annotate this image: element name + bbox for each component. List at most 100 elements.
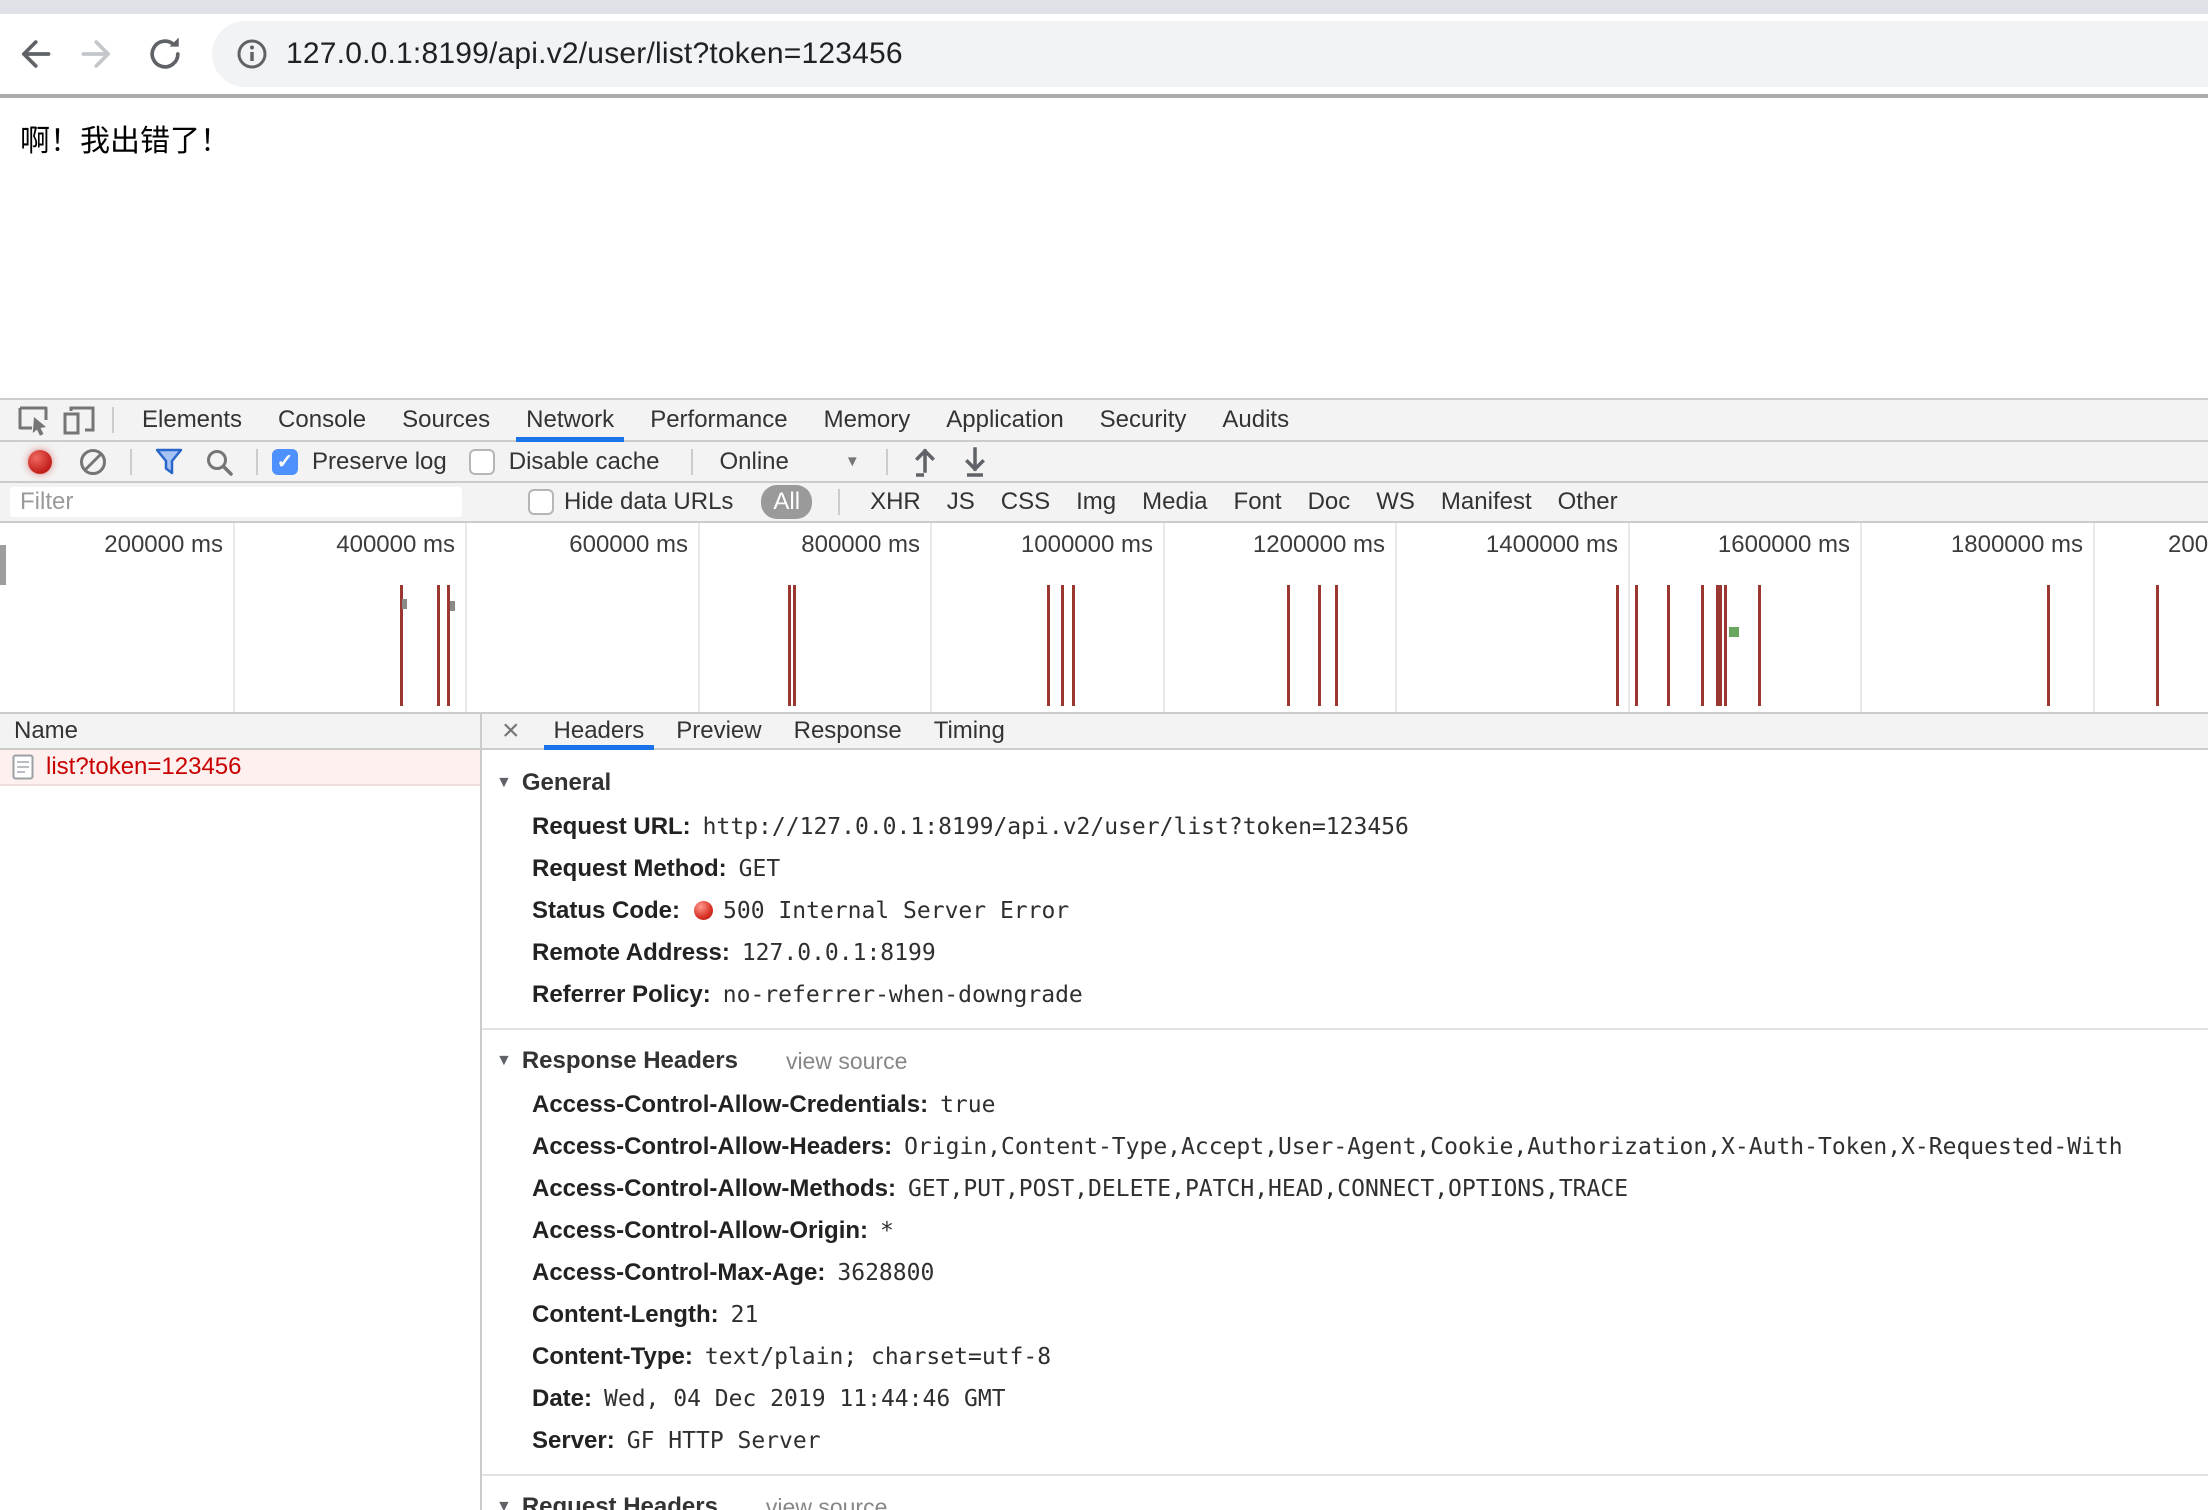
import-har-button[interactable] bbox=[902, 443, 948, 481]
section-header-general[interactable]: ▼General bbox=[496, 760, 2208, 806]
header-value: no-referrer-when-downgrade bbox=[723, 982, 1083, 1008]
timeline-request-event[interactable] bbox=[1667, 585, 1670, 706]
details-tab-headers[interactable]: Headers bbox=[538, 714, 661, 748]
header-value: Wed, 04 Dec 2019 11:44:46 GMT bbox=[604, 1386, 1006, 1412]
close-details-icon[interactable]: × bbox=[482, 716, 538, 746]
type-filter-font[interactable]: Font bbox=[1228, 488, 1288, 516]
timeline-request-event[interactable] bbox=[437, 585, 440, 706]
timeline-request-event[interactable] bbox=[1724, 585, 1727, 706]
back-button[interactable] bbox=[0, 24, 66, 84]
separator bbox=[886, 449, 888, 475]
disable-cache-checkbox[interactable] bbox=[469, 449, 495, 475]
timeline-request-event[interactable] bbox=[1616, 585, 1619, 706]
header-value: 500 Internal Server Error bbox=[723, 898, 1069, 924]
type-filter-ws[interactable]: WS bbox=[1370, 488, 1421, 516]
timeline-request-event[interactable] bbox=[1758, 585, 1761, 706]
timeline-request-event[interactable] bbox=[788, 585, 791, 706]
timeline-marker bbox=[1729, 627, 1739, 637]
timeline-request-event[interactable] bbox=[1318, 585, 1321, 706]
timeline-marker bbox=[450, 601, 455, 611]
timeline-tick-label: 1200000 ms bbox=[1253, 531, 1385, 559]
header-value: 21 bbox=[731, 1302, 759, 1328]
timeline-request-event[interactable] bbox=[2156, 585, 2159, 706]
type-filter-img[interactable]: Img bbox=[1070, 488, 1122, 516]
hide-data-urls-checkbox[interactable] bbox=[528, 489, 554, 515]
tab-audits[interactable]: Audits bbox=[1204, 400, 1307, 440]
filter-input[interactable] bbox=[10, 487, 462, 517]
search-button[interactable] bbox=[196, 443, 242, 481]
separator bbox=[256, 449, 258, 475]
header-row: Content-Type:text/plain; charset=utf-8 bbox=[532, 1336, 2208, 1378]
record-button[interactable] bbox=[28, 450, 52, 474]
throttling-dropdown[interactable]: Online ▼ bbox=[707, 448, 871, 476]
clear-button[interactable] bbox=[70, 443, 116, 481]
timeline-request-event[interactable] bbox=[1061, 585, 1064, 706]
type-filter-doc[interactable]: Doc bbox=[1302, 488, 1357, 516]
hide-data-urls-label[interactable]: Hide data URLs bbox=[564, 488, 733, 516]
tab-console[interactable]: Console bbox=[260, 400, 384, 440]
tab-sources[interactable]: Sources bbox=[384, 400, 508, 440]
header-value: true bbox=[940, 1092, 995, 1118]
request-row[interactable]: list?token=123456 bbox=[0, 750, 480, 786]
reload-icon bbox=[143, 32, 187, 76]
tab-memory[interactable]: Memory bbox=[806, 400, 929, 440]
request-list-panel: Name list?token=123456 bbox=[0, 714, 482, 1510]
tab-application[interactable]: Application bbox=[928, 400, 1081, 440]
header-value: http://127.0.0.1:8199/api.v2/user/list?t… bbox=[703, 814, 1409, 840]
timeline-request-event[interactable] bbox=[1701, 585, 1704, 706]
tab-elements[interactable]: Elements bbox=[124, 400, 260, 440]
header-name: Access-Control-Allow-Headers: bbox=[532, 1133, 892, 1160]
type-filter-css[interactable]: CSS bbox=[995, 488, 1056, 516]
section-header-request-headers[interactable]: ▼Request Headersview source bbox=[496, 1484, 2208, 1510]
disable-cache-label[interactable]: Disable cache bbox=[509, 448, 660, 476]
timeline-tick-label: 800000 ms bbox=[801, 531, 920, 559]
screen: 127.0.0.1:8199/api.v2/user/list?token=12… bbox=[0, 0, 2208, 1510]
preserve-log-checkbox[interactable]: ✓ bbox=[272, 449, 298, 475]
reload-button[interactable] bbox=[132, 24, 198, 84]
view-source-link[interactable]: view source bbox=[766, 1494, 887, 1510]
browser-tab-strip bbox=[0, 0, 2208, 14]
address-bar[interactable]: 127.0.0.1:8199/api.v2/user/list?token=12… bbox=[212, 21, 2208, 87]
type-filter-js[interactable]: JS bbox=[941, 488, 981, 516]
timeline-request-event[interactable] bbox=[2047, 585, 2050, 706]
timeline-request-event[interactable] bbox=[1047, 585, 1050, 706]
separator bbox=[691, 449, 693, 475]
device-toolbar-button[interactable] bbox=[56, 401, 102, 439]
type-filter-manifest[interactable]: Manifest bbox=[1435, 488, 1538, 516]
header-row: Access-Control-Allow-Methods:GET,PUT,POS… bbox=[532, 1168, 2208, 1210]
type-filter-all[interactable]: All bbox=[761, 485, 812, 519]
tab-security[interactable]: Security bbox=[1082, 400, 1205, 440]
network-overview-timeline[interactable]: 200000 ms400000 ms600000 ms800000 ms1000… bbox=[0, 523, 2208, 714]
timeline-request-event[interactable] bbox=[1716, 585, 1722, 706]
triangle-down-icon: ▼ bbox=[496, 1052, 512, 1070]
type-filter-xhr[interactable]: XHR bbox=[864, 488, 927, 516]
type-filter-other[interactable]: Other bbox=[1552, 488, 1624, 516]
preserve-log-label[interactable]: Preserve log bbox=[312, 448, 447, 476]
name-column-header[interactable]: Name bbox=[0, 714, 480, 750]
forward-button[interactable] bbox=[66, 24, 132, 84]
header-name: Referrer Policy: bbox=[532, 981, 711, 1008]
devtools-tab-bar: ElementsConsoleSourcesNetworkPerformance… bbox=[0, 400, 2208, 442]
tab-performance[interactable]: Performance bbox=[632, 400, 805, 440]
export-har-button[interactable] bbox=[952, 443, 998, 481]
timeline-left-handle[interactable] bbox=[0, 545, 6, 585]
filter-toggle-button[interactable] bbox=[146, 443, 192, 481]
timeline-request-event[interactable] bbox=[793, 585, 796, 706]
timeline-request-event[interactable] bbox=[1287, 585, 1290, 706]
timeline-request-event[interactable] bbox=[1635, 585, 1638, 706]
section-title: Response Headers bbox=[522, 1047, 738, 1075]
inspect-element-button[interactable] bbox=[10, 401, 56, 439]
status-dot-icon bbox=[694, 901, 713, 920]
view-source-link[interactable]: view source bbox=[786, 1048, 907, 1075]
type-filter-media[interactable]: Media bbox=[1136, 488, 1213, 516]
section-title: General bbox=[522, 769, 611, 797]
section-header-response-headers[interactable]: ▼ Response Headers view source bbox=[496, 1038, 2208, 1084]
details-tab-response[interactable]: Response bbox=[778, 714, 918, 748]
details-tab-timing[interactable]: Timing bbox=[918, 714, 1021, 748]
timeline-request-event[interactable] bbox=[1072, 585, 1075, 706]
timeline-request-event[interactable] bbox=[1335, 585, 1338, 706]
details-tab-preview[interactable]: Preview bbox=[660, 714, 777, 748]
header-name: Request URL: bbox=[532, 813, 691, 840]
url-text: 127.0.0.1:8199/api.v2/user/list?token=12… bbox=[286, 37, 903, 71]
tab-network[interactable]: Network bbox=[508, 400, 632, 440]
